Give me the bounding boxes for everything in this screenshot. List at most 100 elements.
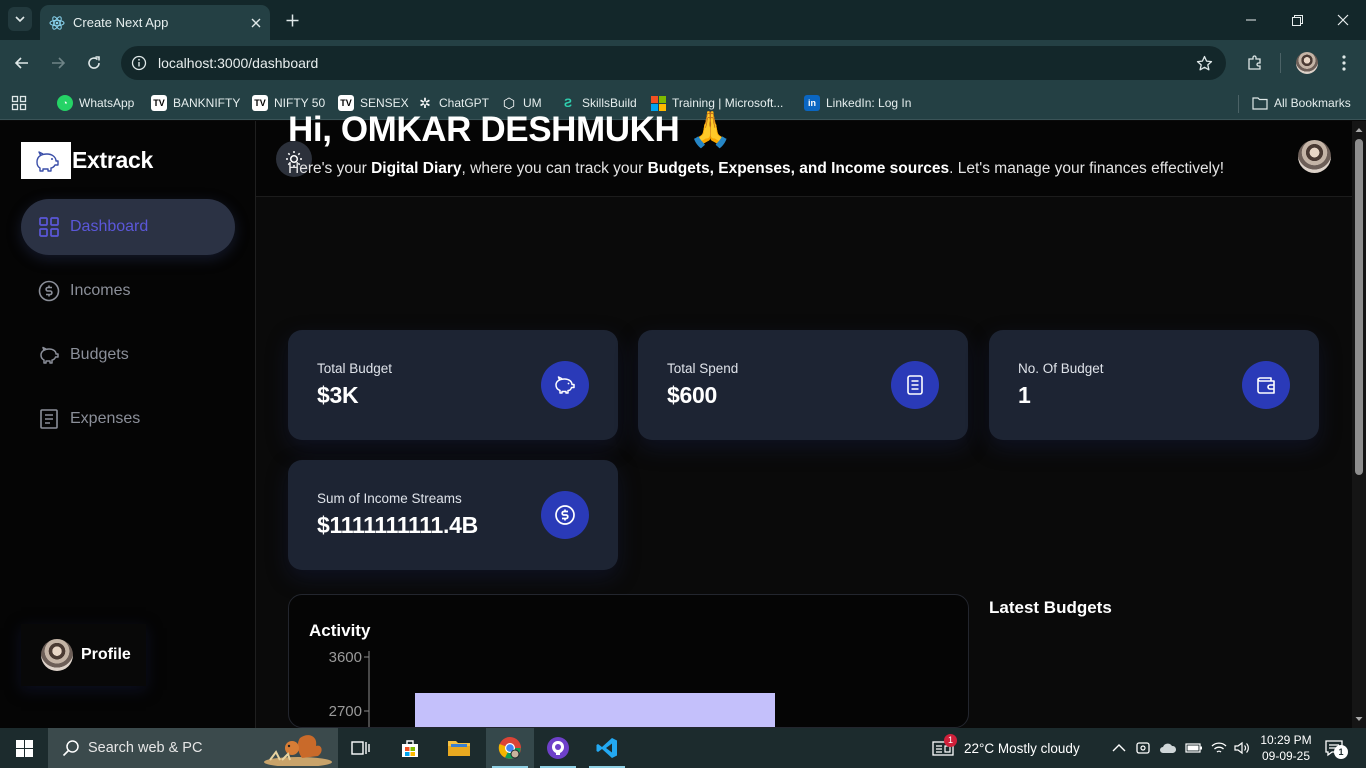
wallet-icon <box>1242 361 1290 409</box>
back-button[interactable] <box>10 51 34 75</box>
bookmark-star-icon[interactable] <box>1187 55 1221 72</box>
restore-button[interactable] <box>1274 6 1320 34</box>
page-subtitle: Here's your Digital Diary, where you can… <box>288 160 1225 177</box>
puzzle-icon <box>1248 55 1261 70</box>
new-tab-button[interactable] <box>280 8 304 32</box>
apps-button[interactable] <box>11 92 27 114</box>
taskbar-chrome[interactable] <box>486 728 534 768</box>
page-greeting: Hi, OMKAR DESHMUKH 🙏 <box>288 110 732 149</box>
circle-dollar-icon <box>541 491 589 539</box>
arrow-left-icon <box>14 57 28 69</box>
search-icon <box>62 740 79 757</box>
sidebar-item-label: Budgets <box>70 346 129 363</box>
chevron-up-icon[interactable] <box>1112 743 1126 753</box>
site-info-icon[interactable] <box>122 46 156 80</box>
logo-box <box>21 142 71 179</box>
more-vertical-icon <box>1342 55 1346 71</box>
reload-button[interactable] <box>82 51 106 75</box>
taskbar-clock[interactable]: 10:29 PM 09-09-25 <box>1253 732 1319 764</box>
notifications-icon: 1 <box>1324 739 1348 759</box>
taskbar-file-explorer[interactable] <box>435 728 483 768</box>
task-view-button[interactable] <box>336 728 384 768</box>
profile-avatar-button[interactable] <box>1295 51 1319 75</box>
minimize-button[interactable] <box>1228 6 1274 34</box>
volume-icon[interactable] <box>1234 741 1250 755</box>
taskbar-microsoft-store[interactable] <box>386 728 434 768</box>
restore-icon <box>1291 14 1303 26</box>
github-icon <box>547 737 569 759</box>
linkedin-icon: in <box>804 95 820 111</box>
activity-chart-card: Activity 3600 2700 <box>288 594 969 728</box>
piggy-bank-icon <box>38 344 60 366</box>
tab-search-button[interactable] <box>8 7 32 31</box>
bookmark-banknifty[interactable]: TV BANKNIFTY <box>151 92 240 114</box>
all-bookmarks-button[interactable]: All Bookmarks <box>1252 92 1351 114</box>
sidebar-item-incomes[interactable]: Incomes <box>21 263 235 319</box>
notification-badge: 1 <box>944 734 957 747</box>
browser-tab-strip: Create Next App <box>0 0 1366 40</box>
url-text: localhost:3000/dashboard <box>158 55 319 71</box>
taskbar-search-box[interactable]: Search web & PC <box>48 728 338 768</box>
vscode-icon <box>596 738 617 758</box>
start-button[interactable] <box>0 728 48 768</box>
receipt-icon <box>891 361 939 409</box>
address-bar[interactable]: localhost:3000/dashboard <box>121 46 1226 80</box>
scroll-up-icon[interactable] <box>1352 123 1366 137</box>
card-value: $600 <box>667 382 717 408</box>
sidebar-item-budgets[interactable]: Budgets <box>21 327 235 383</box>
sidebar-item-label: Expenses <box>70 410 141 427</box>
react-logo-icon <box>49 15 65 30</box>
sidebar-item-expenses[interactable]: Expenses <box>21 391 235 447</box>
clock-date: 09-09-25 <box>1261 749 1311 763</box>
sidebar-item-dashboard[interactable]: Dashboard <box>21 199 235 255</box>
tradingview-icon: TV <box>151 95 167 111</box>
card-label: Total Spend <box>667 361 739 376</box>
sidebar-profile-button[interactable]: Profile <box>21 624 146 686</box>
card-number-of-budget: No. Of Budget 1 <box>989 330 1319 440</box>
avatar <box>41 639 73 671</box>
folder-icon <box>448 741 470 756</box>
tray-weather[interactable]: 1 22°C Mostly cloudy <box>932 728 1080 768</box>
user-avatar-button[interactable] <box>1298 140 1331 173</box>
meet-now-icon[interactable] <box>1136 740 1150 756</box>
forward-button[interactable] <box>46 51 70 75</box>
browser-toolbar: localhost:3000/dashboard <box>0 40 1366 86</box>
tradingview-icon: TV <box>252 95 268 111</box>
action-center-button[interactable]: 1 <box>1324 728 1348 768</box>
circle-dollar-icon <box>38 280 60 302</box>
tab-title: Create Next App <box>73 15 169 30</box>
page-scrollbar[interactable] <box>1352 121 1366 728</box>
receipt-icon <box>38 408 60 430</box>
folder-icon <box>1252 97 1268 110</box>
app-logo[interactable]: Extrack <box>21 142 153 179</box>
browser-menu-button[interactable] <box>1332 51 1356 75</box>
avatar <box>1296 52 1318 74</box>
taskbar-github-desktop[interactable] <box>534 728 582 768</box>
chevron-down-icon <box>15 16 25 23</box>
piggy-bank-icon <box>541 361 589 409</box>
activity-bar-chart: 3600 2700 <box>329 649 775 728</box>
logo-text: Extrack <box>72 147 154 173</box>
bookmark-linkedin[interactable]: in LinkedIn: Log In <box>804 92 911 114</box>
action-center-badge: 1 <box>1334 745 1348 759</box>
bookmark-whatsapp[interactable]: ◔ WhatsApp <box>57 92 134 114</box>
y-tick-label: 3600 <box>329 649 362 666</box>
bookmarks-divider <box>1238 95 1239 113</box>
clock-time: 10:29 PM <box>1260 733 1312 747</box>
onedrive-icon[interactable] <box>1159 741 1177 755</box>
windows-logo-icon <box>15 739 33 757</box>
sidebar-item-label: Incomes <box>70 282 131 299</box>
close-window-button[interactable] <box>1320 6 1366 34</box>
tab-close-button[interactable] <box>242 18 270 28</box>
chart-bar[interactable] <box>415 693 775 728</box>
extensions-button[interactable] <box>1243 51 1267 75</box>
weather-text: 22°C Mostly cloudy <box>964 740 1080 756</box>
wifi-icon[interactable] <box>1211 741 1227 755</box>
scrollbar-thumb[interactable] <box>1355 139 1363 475</box>
news-widget-icon: 1 <box>932 734 957 756</box>
browser-tab-active[interactable]: Create Next App <box>40 5 270 40</box>
scroll-down-icon[interactable] <box>1352 712 1366 726</box>
y-tick-label: 2700 <box>329 703 362 720</box>
taskbar-vscode[interactable] <box>583 728 631 768</box>
battery-icon[interactable] <box>1185 742 1203 754</box>
